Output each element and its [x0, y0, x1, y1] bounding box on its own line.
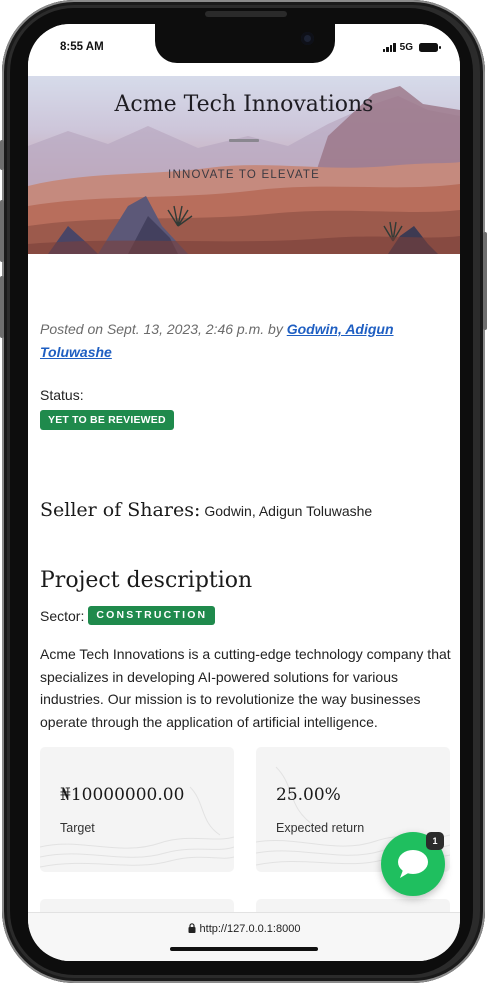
status-time: 8:55 AM: [60, 41, 104, 53]
hero-banner: Acme Tech Innovations INNOVATE TO ELEVAT…: [28, 76, 460, 254]
project-heading: Project description: [40, 568, 253, 593]
sector-badge: CONSTRUCTION: [88, 606, 216, 625]
phone-volume-down: [0, 276, 4, 338]
phone-speaker: [205, 11, 287, 17]
url-text: http://127.0.0.1:8000: [199, 923, 301, 935]
signal-icon: [382, 43, 396, 52]
notch: [155, 24, 335, 63]
phone-power-button: [483, 232, 487, 330]
target-label: Target: [60, 821, 95, 835]
camera-icon: [301, 32, 314, 45]
home-indicator[interactable]: [170, 947, 318, 951]
page-title: Acme Tech Innovations: [114, 92, 374, 117]
phone-side-button: [0, 140, 4, 170]
card-background-pattern: [40, 786, 234, 868]
seller-info: Seller of Shares: Godwin, Adigun Toluwash…: [40, 499, 372, 521]
url-display[interactable]: http://127.0.0.1:8000: [28, 923, 460, 935]
target-card: ₦10000000.00 Target: [40, 747, 234, 872]
browser-url-bar[interactable]: http://127.0.0.1:8000: [28, 912, 460, 961]
status-badge: YET TO BE REVIEWED: [40, 410, 174, 430]
sector-row: Sector: CONSTRUCTION: [40, 606, 216, 625]
status-indicators: 5G: [382, 42, 441, 53]
sector-label: Sector:: [40, 607, 85, 624]
battery-icon: [419, 43, 441, 52]
title-divider: [229, 139, 259, 142]
chat-notification-badge: 1: [426, 832, 444, 850]
project-description: Acme Tech Innovations is a cutting-edge …: [40, 646, 451, 730]
seller-name: Godwin, Adigun Toluwashe: [204, 503, 373, 519]
phone-screen: 8:55 AM 5G Acme Tech Innovations INNOVAT…: [28, 24, 460, 961]
posted-date: Posted on Sept. 13, 2023, 2:46 p.m. by: [40, 321, 287, 337]
tagline: INNOVATE TO ELEVATE: [168, 169, 320, 181]
status-label: Status:: [40, 387, 84, 403]
phone-volume-up: [0, 200, 4, 262]
lock-icon: [188, 923, 196, 933]
seller-heading: Seller of Shares:: [40, 499, 201, 521]
expected-return-label: Expected return: [276, 821, 365, 835]
expected-return-value: 25.00%: [276, 785, 341, 805]
target-value: ₦10000000.00: [60, 785, 185, 805]
network-type: 5G: [399, 42, 413, 53]
post-meta: Posted on Sept. 13, 2023, 2:46 p.m. by G…: [40, 318, 420, 364]
